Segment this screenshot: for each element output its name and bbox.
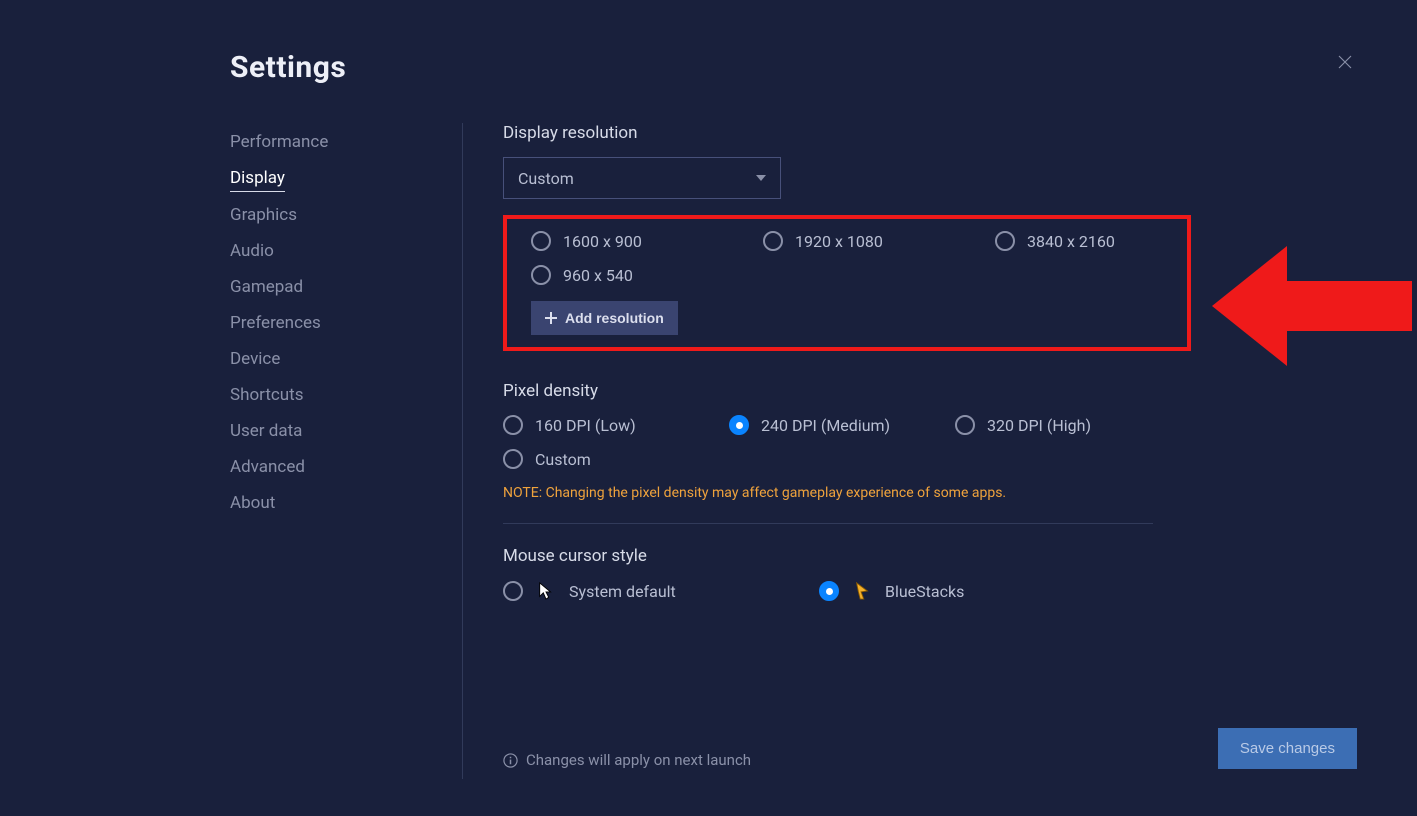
radio-label: 160 DPI (Low) bbox=[535, 416, 636, 435]
cursor-radio-group: System default BlueStacks bbox=[503, 580, 1357, 602]
plus-icon bbox=[545, 312, 557, 324]
settings-dialog: Settings Performance Display Graphics Au… bbox=[0, 0, 1417, 816]
radio-icon bbox=[995, 231, 1015, 251]
radio-label: 320 DPI (High) bbox=[987, 416, 1091, 435]
radio-icon bbox=[531, 265, 551, 285]
sidebar-item-label: Display bbox=[230, 168, 285, 188]
save-button-label: Save changes bbox=[1240, 740, 1335, 757]
radio-icon bbox=[531, 231, 551, 251]
add-resolution-label: Add resolution bbox=[565, 310, 664, 326]
sidebar-item-about[interactable]: About bbox=[230, 486, 275, 522]
section-divider bbox=[503, 523, 1153, 524]
cursor-option-system[interactable]: System default bbox=[503, 580, 819, 602]
resolution-select-value: Custom bbox=[518, 169, 574, 188]
sidebar-item-label: About bbox=[230, 493, 275, 513]
annotation-arrow-icon bbox=[1212, 241, 1412, 371]
sidebar-item-preferences[interactable]: Preferences bbox=[230, 306, 321, 342]
radio-icon bbox=[729, 415, 749, 435]
resolution-radio-group: 1600 x 900 1920 x 1080 3840 x 2160 960 x… bbox=[531, 231, 1163, 285]
sidebar-item-label: Shortcuts bbox=[230, 385, 304, 405]
density-option-custom[interactable]: Custom bbox=[503, 449, 729, 469]
resolution-option-960x540[interactable]: 960 x 540 bbox=[531, 265, 763, 285]
density-note: NOTE: Changing the pixel density may aff… bbox=[503, 485, 1357, 501]
sidebar-item-display[interactable]: Display bbox=[230, 161, 285, 192]
page-title: Settings bbox=[230, 50, 1357, 85]
pixel-density-section: Pixel density 160 DPI (Low) 240 DPI (Med… bbox=[503, 381, 1357, 501]
system-cursor-icon bbox=[535, 580, 557, 602]
radio-label: 1600 x 900 bbox=[563, 232, 642, 251]
density-section-title: Pixel density bbox=[503, 381, 1357, 401]
sidebar-item-shortcuts[interactable]: Shortcuts bbox=[230, 378, 304, 414]
sidebar-item-audio[interactable]: Audio bbox=[230, 234, 274, 270]
settings-sidebar: Performance Display Graphics Audio Gamep… bbox=[230, 123, 463, 779]
sidebar-item-label: Gamepad bbox=[230, 277, 303, 297]
radio-label: 3840 x 2160 bbox=[1027, 232, 1115, 251]
radio-icon bbox=[503, 449, 523, 469]
radio-label: Custom bbox=[535, 450, 591, 469]
radio-label: BlueStacks bbox=[885, 582, 964, 601]
density-option-320[interactable]: 320 DPI (High) bbox=[955, 415, 1181, 435]
footer-info-text: Changes will apply on next launch bbox=[526, 751, 751, 769]
density-option-160[interactable]: 160 DPI (Low) bbox=[503, 415, 729, 435]
resolution-section-title: Display resolution bbox=[503, 123, 1357, 143]
sidebar-item-label: Advanced bbox=[230, 457, 305, 477]
sidebar-item-device[interactable]: Device bbox=[230, 342, 280, 378]
radio-icon bbox=[503, 415, 523, 435]
bluestacks-cursor-icon bbox=[851, 580, 873, 602]
settings-body: Performance Display Graphics Audio Gamep… bbox=[230, 123, 1357, 779]
save-changes-button[interactable]: Save changes bbox=[1218, 728, 1357, 769]
cursor-option-bluestacks[interactable]: BlueStacks bbox=[819, 580, 1135, 602]
resolution-select[interactable]: Custom bbox=[503, 157, 781, 199]
info-icon bbox=[503, 753, 518, 768]
settings-footer: Changes will apply on next launch Save c… bbox=[463, 751, 1357, 769]
chevron-down-icon bbox=[756, 175, 766, 181]
resolution-options-highlight: 1600 x 900 1920 x 1080 3840 x 2160 960 x… bbox=[503, 215, 1191, 351]
radio-label: 1920 x 1080 bbox=[795, 232, 883, 251]
sidebar-item-label: Audio bbox=[230, 241, 274, 261]
radio-icon bbox=[503, 581, 523, 601]
radio-icon bbox=[763, 231, 783, 251]
radio-icon bbox=[819, 581, 839, 601]
resolution-option-1920x1080[interactable]: 1920 x 1080 bbox=[763, 231, 995, 251]
resolution-option-3840x2160[interactable]: 3840 x 2160 bbox=[995, 231, 1215, 251]
sidebar-item-label: User data bbox=[230, 421, 302, 441]
radio-label: System default bbox=[569, 582, 676, 601]
radio-label: 960 x 540 bbox=[563, 266, 633, 285]
sidebar-item-graphics[interactable]: Graphics bbox=[230, 198, 297, 234]
sidebar-item-advanced[interactable]: Advanced bbox=[230, 450, 305, 486]
sidebar-item-label: Preferences bbox=[230, 313, 321, 333]
sidebar-item-label: Device bbox=[230, 349, 280, 369]
close-button[interactable] bbox=[1331, 48, 1359, 76]
density-radio-group: 160 DPI (Low) 240 DPI (Medium) 320 DPI (… bbox=[503, 415, 1357, 469]
radio-icon bbox=[955, 415, 975, 435]
density-option-240[interactable]: 240 DPI (Medium) bbox=[729, 415, 955, 435]
settings-content: Display resolution Custom 1600 x 900 192… bbox=[463, 123, 1357, 779]
sidebar-item-label: Performance bbox=[230, 132, 328, 152]
sidebar-item-user-data[interactable]: User data bbox=[230, 414, 302, 450]
cursor-section: Mouse cursor style System default bbox=[503, 546, 1357, 602]
resolution-option-1600x900[interactable]: 1600 x 900 bbox=[531, 231, 763, 251]
sidebar-item-performance[interactable]: Performance bbox=[230, 125, 328, 161]
sidebar-item-gamepad[interactable]: Gamepad bbox=[230, 270, 303, 306]
add-resolution-button[interactable]: Add resolution bbox=[531, 301, 678, 335]
cursor-section-title: Mouse cursor style bbox=[503, 546, 1357, 566]
sidebar-item-label: Graphics bbox=[230, 205, 297, 225]
radio-label: 240 DPI (Medium) bbox=[761, 416, 890, 435]
